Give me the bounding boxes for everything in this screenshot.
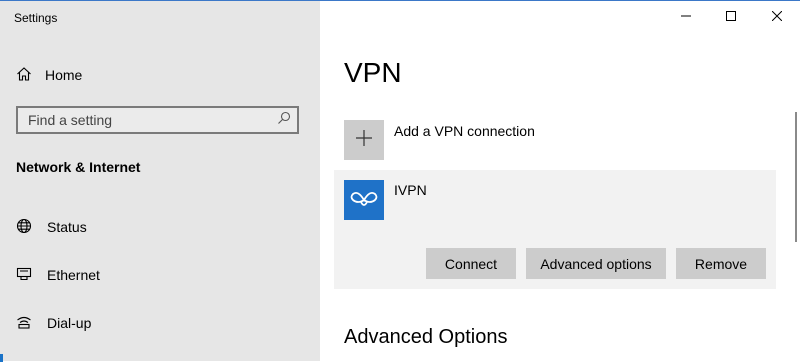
vpn-connection-name: IVPN: [394, 182, 427, 198]
sidebar-item-home[interactable]: Home: [16, 63, 82, 87]
globe-icon: [16, 218, 32, 237]
add-vpn-label: Add a VPN connection: [394, 123, 535, 139]
advanced-options-button[interactable]: Advanced options: [526, 248, 666, 279]
add-vpn-tile[interactable]: [344, 120, 384, 160]
connect-button[interactable]: Connect: [426, 248, 516, 279]
maximize-icon: [726, 8, 736, 26]
advanced-options-heading: Advanced Options: [344, 326, 508, 348]
add-vpn-connection-button[interactable]: Add a VPN connection: [344, 120, 535, 160]
sidebar-item-label: Ethernet: [47, 267, 100, 283]
sidebar-item-label: Home: [45, 67, 83, 83]
dialup-icon: [16, 314, 32, 333]
sidebar-item-status[interactable]: Status: [16, 215, 87, 239]
minimize-button[interactable]: [663, 1, 709, 33]
search-icon[interactable]: [277, 111, 291, 130]
sidebar-item-dialup[interactable]: Dial-up: [16, 311, 91, 335]
page-title: VPN: [344, 57, 402, 88]
section-title: Network & Internet: [16, 159, 141, 175]
close-button[interactable]: [754, 1, 800, 33]
home-icon: [16, 66, 32, 85]
ethernet-icon: [16, 266, 32, 285]
search-box[interactable]: [16, 106, 299, 134]
sidebar-item-label: Status: [47, 219, 87, 235]
scrollbar[interactable]: [795, 112, 797, 242]
close-icon: [771, 8, 783, 26]
minimize-icon: [681, 8, 691, 26]
remove-button[interactable]: Remove: [676, 248, 766, 279]
sidebar: Settings Home Network & Internet: [0, 1, 320, 362]
sidebar-item-label: Dial-up: [47, 315, 92, 331]
maximize-button[interactable]: [708, 1, 754, 33]
ivpn-logo-icon: [344, 180, 384, 220]
sidebar-item-ethernet[interactable]: Ethernet: [16, 263, 100, 287]
plus-icon: [355, 129, 373, 152]
search-input[interactable]: [28, 112, 268, 128]
vpn-connection-card[interactable]: IVPN Connect Advanced options Remove: [334, 170, 776, 289]
app-title: Settings: [14, 11, 58, 25]
